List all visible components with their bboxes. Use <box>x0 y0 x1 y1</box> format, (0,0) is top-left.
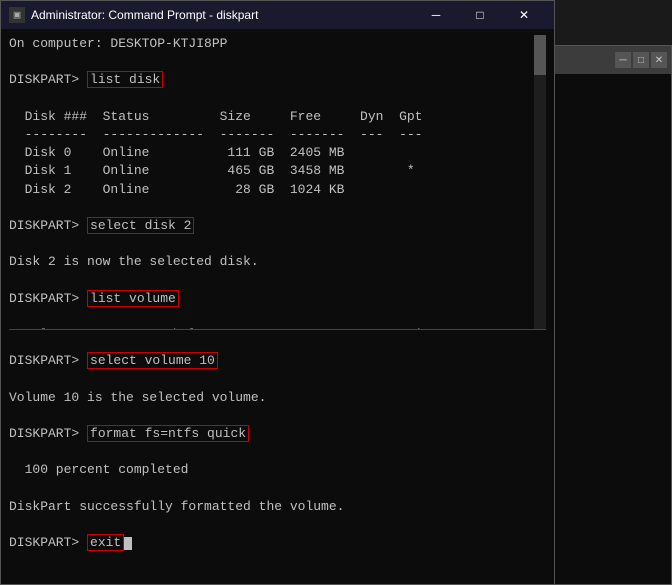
line-blank-12 <box>9 516 546 534</box>
line-blank-11 <box>9 480 546 498</box>
cmd-select-volume: select volume 10 <box>87 352 218 369</box>
top-content: On computer: DESKTOP-KTJI8PP DISKPART> l… <box>9 35 546 330</box>
line-list-disk: DISKPART> list disk <box>9 71 534 89</box>
bottom-section: DISKPART> select volume 10 Volume 10 is … <box>9 330 546 578</box>
top-section: On computer: DESKTOP-KTJI8PP DISKPART> l… <box>9 35 546 330</box>
titlebar: Administrator: Command Prompt - diskpart… <box>1 1 554 29</box>
scrollbar[interactable] <box>534 35 546 329</box>
main-window: Administrator: Command Prompt - diskpart… <box>0 0 555 585</box>
line-select-disk: DISKPART> select disk 2 <box>9 217 534 235</box>
line-vol-header: Volume ### Ltr Label Fs Type Size Status <box>9 326 534 330</box>
line-blank-6 <box>9 308 534 326</box>
line-blank-2 <box>9 90 534 108</box>
bg-minimize-btn[interactable]: ─ <box>615 52 631 68</box>
scrollbar-thumb[interactable] <box>534 35 546 75</box>
line-percent: 100 percent completed <box>9 461 546 479</box>
line-disk-0: Disk 0 Online 111 GB 2405 MB <box>9 144 534 162</box>
maximize-button[interactable]: □ <box>458 1 502 29</box>
line-exit: DISKPART> exit <box>9 534 546 552</box>
line-disk-selected: Disk 2 is now the selected disk. <box>9 253 534 271</box>
line-format: DISKPART> format fs=ntfs quick <box>9 425 546 443</box>
cmd-exit: exit <box>87 534 124 551</box>
cmd-select-disk: select disk 2 <box>87 217 194 234</box>
line-disk-2: Disk 2 Online 28 GB 1024 KB <box>9 181 534 199</box>
line-blank-3 <box>9 199 534 217</box>
titlebar-buttons: ─ □ ✕ <box>414 1 546 29</box>
bg-titlebar: ─ □ ✕ <box>553 46 671 74</box>
line-blank-5 <box>9 271 534 289</box>
line-list-volume: DISKPART> list volume <box>9 290 534 308</box>
line-blank-1 <box>9 53 534 71</box>
cursor <box>124 537 132 550</box>
line-disk-1: Disk 1 Online 465 GB 3458 MB * <box>9 162 534 180</box>
cmd-list-disk: list disk <box>87 71 163 88</box>
prompt-6: DISKPART> <box>9 535 87 550</box>
prompt-5: DISKPART> <box>9 426 87 441</box>
prompt-4: DISKPART> <box>9 353 87 368</box>
line-blank-4 <box>9 235 534 253</box>
bg-maximize-btn[interactable]: □ <box>633 52 649 68</box>
line-select-volume: DISKPART> select volume 10 <box>9 352 546 370</box>
cmd-list-volume: list volume <box>87 290 179 307</box>
line-blank-10 <box>9 443 546 461</box>
bg-close-btn[interactable]: ✕ <box>651 52 667 68</box>
line-format-success: DiskPart successfully formatted the volu… <box>9 498 546 516</box>
line-blank-9 <box>9 407 546 425</box>
prompt-3: DISKPART> <box>9 291 87 306</box>
line-disk-sep: -------- ------------- ------- ------- -… <box>9 126 534 144</box>
line-blank-7 <box>9 334 546 352</box>
prompt-1: DISKPART> <box>9 72 87 87</box>
window-title: Administrator: Command Prompt - diskpart <box>31 8 408 22</box>
terminal-body[interactable]: On computer: DESKTOP-KTJI8PP DISKPART> l… <box>1 29 554 584</box>
background-window: ─ □ ✕ <box>552 45 672 585</box>
window-icon <box>9 7 25 23</box>
line-disk-header: Disk ### Status Size Free Dyn Gpt <box>9 108 534 126</box>
minimize-button[interactable]: ─ <box>414 1 458 29</box>
prompt-2: DISKPART> <box>9 218 87 233</box>
cmd-format: format fs=ntfs quick <box>87 425 249 442</box>
close-button[interactable]: ✕ <box>502 1 546 29</box>
line-volume-selected: Volume 10 is the selected volume. <box>9 389 546 407</box>
line-blank-8 <box>9 370 546 388</box>
line-computer: On computer: DESKTOP-KTJI8PP <box>9 35 534 53</box>
